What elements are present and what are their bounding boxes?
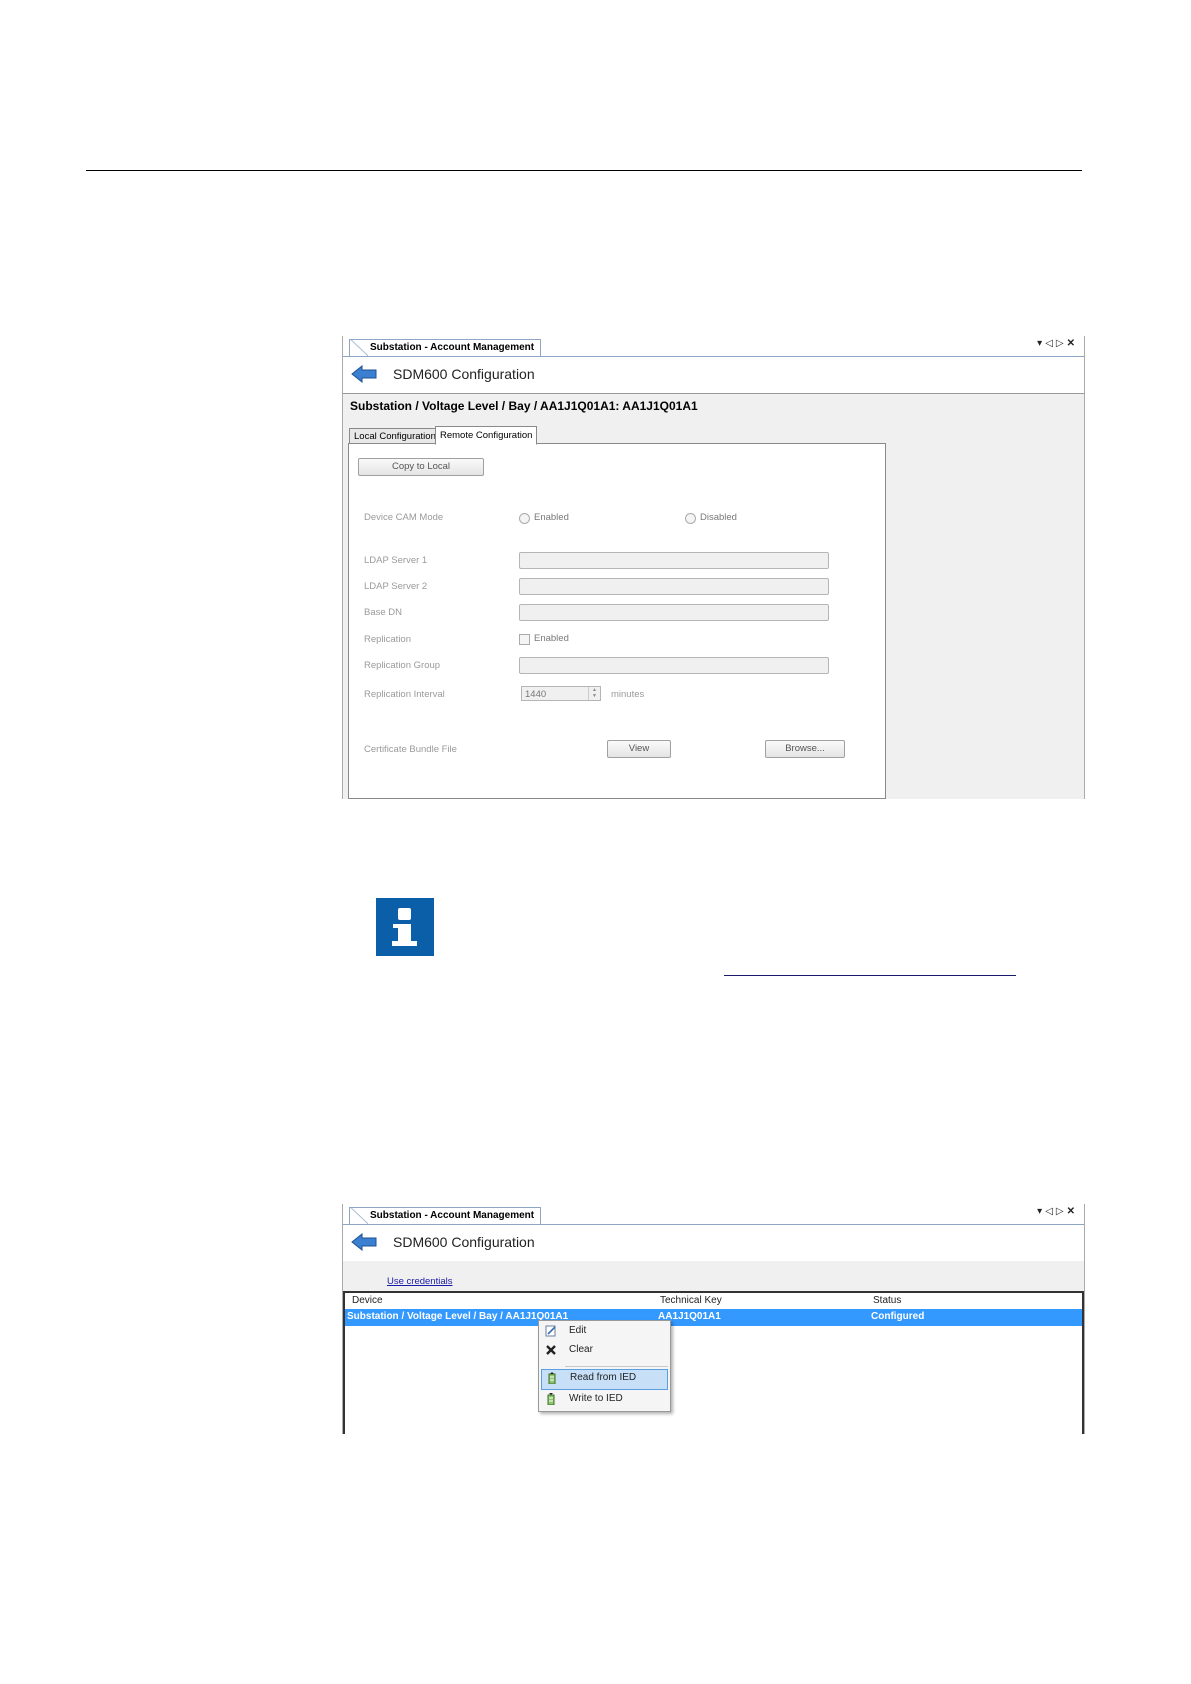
page-header: SDM600 Configuration	[343, 357, 1084, 393]
back-arrow-icon[interactable]	[351, 1233, 377, 1251]
window-controls: ▾◁▷✕	[1037, 338, 1078, 349]
write-device-icon	[547, 1393, 555, 1405]
page-header: SDM600 Configuration	[343, 1225, 1084, 1261]
clear-x-icon	[546, 1345, 556, 1355]
replication-interval-label: Replication Interval	[364, 689, 445, 700]
document-tab-strip: Substation - Account Management ▾◁▷✕	[343, 336, 1084, 357]
table-row[interactable]: Substation / Voltage Level / Bay / AA1J1…	[345, 1309, 1082, 1326]
menu-item-edit[interactable]: Edit	[539, 1322, 670, 1341]
cam-disabled-radio[interactable]	[685, 513, 696, 524]
replication-label: Replication	[364, 634, 411, 645]
grid-header: Device Technical Key Status	[345, 1293, 1082, 1309]
column-technical-key[interactable]: Technical Key	[660, 1295, 722, 1306]
dropdown-icon[interactable]: ▾	[1037, 1206, 1045, 1217]
device-list-screenshot: Substation - Account Management ▾◁▷✕ SDM…	[342, 1204, 1085, 1434]
configuration-content: Substation / Voltage Level / Bay / AA1J1…	[343, 393, 1084, 799]
scroll-right-icon[interactable]: ▷	[1056, 1206, 1067, 1217]
replication-interval-stepper[interactable]: 1440 ▲ ▼	[521, 686, 601, 701]
document-tab-strip: Substation - Account Management ▾◁▷✕	[343, 1204, 1084, 1225]
menu-item-clear[interactable]: Clear	[539, 1341, 670, 1360]
close-icon[interactable]: ✕	[1067, 1206, 1078, 1217]
replication-checkbox[interactable]	[519, 634, 530, 645]
breadcrumb: Substation / Voltage Level / Bay / AA1J1…	[350, 399, 698, 413]
cam-mode-label: Device CAM Mode	[364, 512, 444, 523]
column-status[interactable]: Status	[873, 1295, 901, 1306]
column-device[interactable]: Device	[352, 1295, 383, 1306]
certificate-bundle-label: Certificate Bundle File	[364, 744, 457, 755]
context-menu: Edit Clear Read from IED Write to IED	[538, 1320, 671, 1412]
info-icon	[376, 898, 434, 956]
cam-enabled-radio[interactable]	[519, 513, 530, 524]
window-controls: ▾◁▷✕	[1037, 1206, 1078, 1217]
row-status: Configured	[871, 1311, 925, 1322]
scroll-left-icon[interactable]: ◁	[1045, 338, 1056, 349]
replication-interval-value: 1440	[525, 689, 547, 700]
edit-icon	[545, 1325, 556, 1337]
menu-item-read-from-ied[interactable]: Read from IED	[541, 1369, 668, 1390]
ldap-server-1-label: LDAP Server 1	[364, 555, 428, 566]
ldap-server-2-label: LDAP Server 2	[364, 581, 428, 592]
back-arrow-icon[interactable]	[351, 365, 377, 383]
replication-enabled-label: Enabled	[534, 633, 569, 644]
ldap-server-1-input[interactable]	[519, 552, 829, 569]
header-rule	[86, 170, 1082, 171]
document-tab[interactable]: Substation - Account Management	[349, 1207, 542, 1224]
menu-item-write-to-ied[interactable]: Write to IED	[539, 1390, 670, 1409]
replication-group-input[interactable]	[519, 657, 829, 674]
base-dn-input[interactable]	[519, 604, 829, 621]
browse-button[interactable]: Browse...	[765, 740, 845, 758]
cam-disabled-label: Disabled	[700, 512, 737, 523]
close-icon[interactable]: ✕	[1067, 338, 1078, 349]
stepper-arrows-icon[interactable]: ▲ ▼	[588, 687, 600, 700]
row-device: Substation / Voltage Level / Bay / AA1J1…	[347, 1311, 569, 1322]
remote-configuration-screenshot: Substation - Account Management ▾◁▷✕ SDM…	[342, 336, 1085, 799]
replication-group-label: Replication Group	[364, 660, 441, 671]
page-title: SDM600 Configuration	[393, 366, 535, 382]
scroll-right-icon[interactable]: ▷	[1056, 338, 1067, 349]
cam-enabled-label: Enabled	[534, 512, 569, 523]
dropdown-icon[interactable]: ▾	[1037, 338, 1045, 349]
document-tab[interactable]: Substation - Account Management	[349, 339, 542, 356]
scroll-left-icon[interactable]: ◁	[1045, 1206, 1056, 1217]
base-dn-label: Base DN	[364, 607, 403, 618]
copy-to-local-button[interactable]: Copy to Local	[358, 458, 484, 476]
ldap-server-2-input[interactable]	[519, 578, 829, 595]
interval-unit-label: minutes	[611, 689, 645, 700]
device-grid: Device Technical Key Status Substation /…	[343, 1291, 1084, 1434]
remote-configuration-panel: Copy to Local Device CAM Mode Enabled Di…	[348, 443, 886, 799]
link-underline	[724, 975, 1016, 976]
menu-separator	[565, 1366, 668, 1367]
tab-remote-configuration[interactable]: Remote Configuration	[435, 426, 538, 445]
credentials-toolbar: Use credentials	[343, 1261, 1084, 1291]
use-credentials-link[interactable]: Use credentials	[387, 1276, 452, 1287]
read-device-icon	[548, 1372, 556, 1384]
page-title: SDM600 Configuration	[393, 1234, 535, 1250]
view-button[interactable]: View	[607, 740, 671, 758]
